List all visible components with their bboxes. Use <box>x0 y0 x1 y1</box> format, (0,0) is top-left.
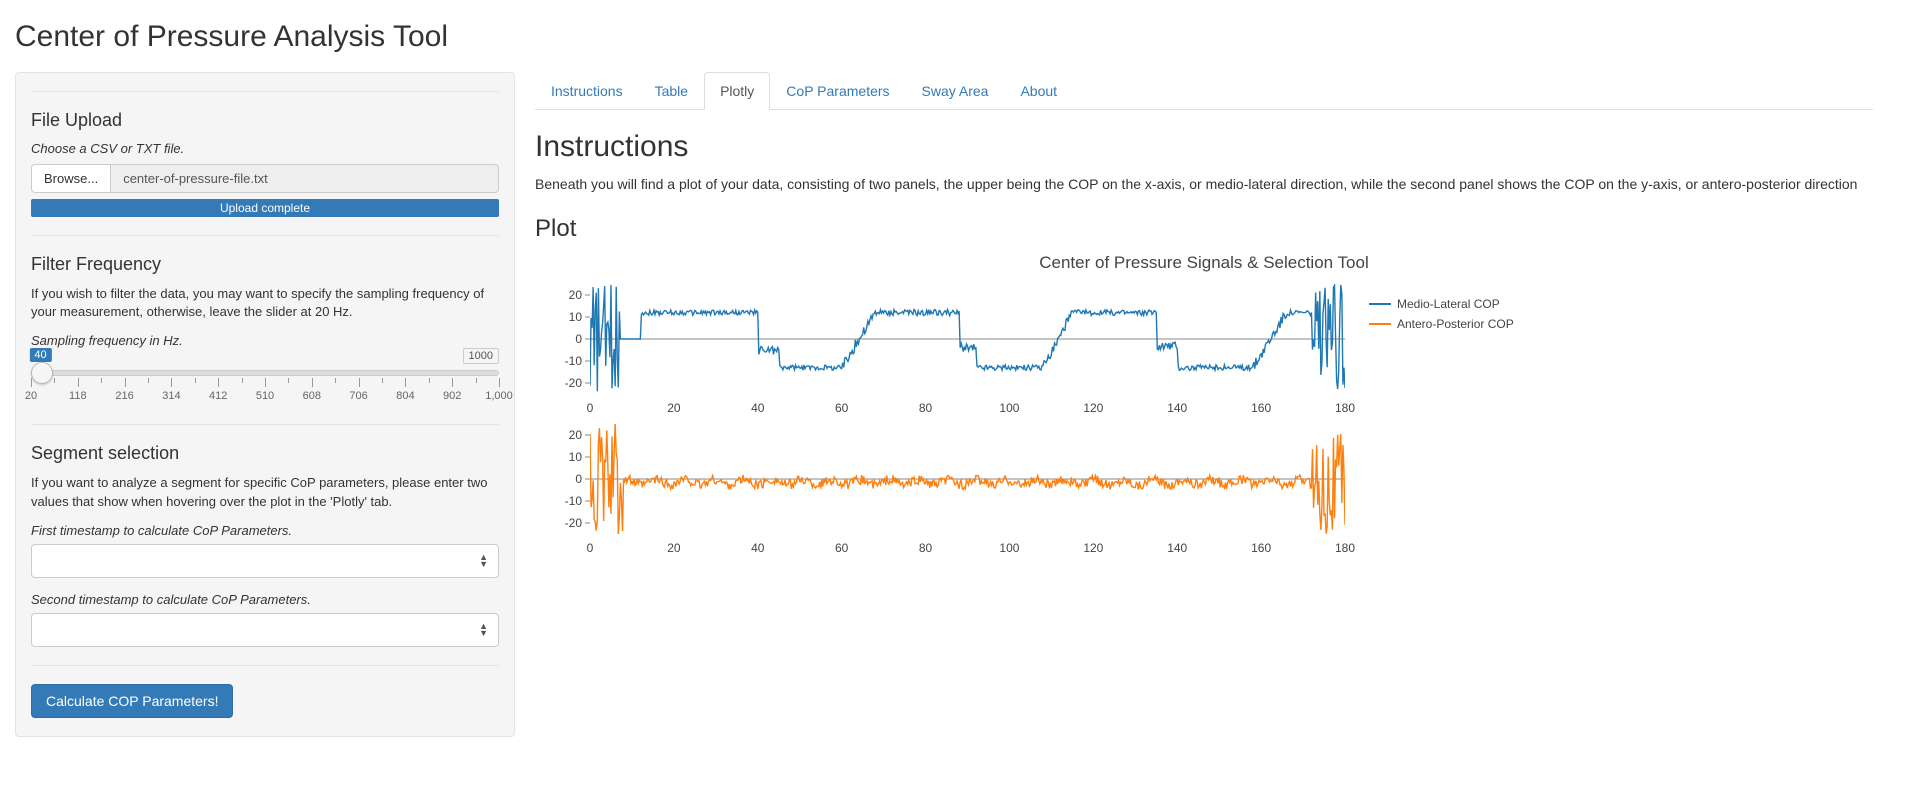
slider-tick-label: 314 <box>162 390 180 402</box>
svg-text:40: 40 <box>751 401 765 415</box>
segment-heading: Segment selection <box>31 443 499 464</box>
page-title: Center of Pressure Analysis Tool <box>15 20 1893 54</box>
frequency-slider[interactable]: 40 1000 201182163144125106087068049021,0… <box>31 370 499 406</box>
svg-text:140: 140 <box>1167 401 1187 415</box>
file-input[interactable]: Browse... center-of-pressure-file.txt <box>31 164 499 193</box>
svg-text:40: 40 <box>751 541 765 555</box>
svg-text:100: 100 <box>999 541 1019 555</box>
svg-text:180: 180 <box>1335 541 1355 555</box>
svg-text:0: 0 <box>575 332 582 346</box>
slider-tick-label: 706 <box>349 390 367 402</box>
tab-table[interactable]: Table <box>639 72 704 110</box>
tab-sway[interactable]: Sway Area <box>906 72 1005 110</box>
slider-tick-label: 1,000 <box>485 390 513 402</box>
svg-text:60: 60 <box>835 541 849 555</box>
slider-tick-label: 608 <box>303 390 321 402</box>
svg-text:120: 120 <box>1083 401 1103 415</box>
svg-text:100: 100 <box>999 401 1019 415</box>
slider-tick-label: 804 <box>396 390 414 402</box>
plot-heading: Plot <box>535 215 1873 243</box>
slider-tick-label: 510 <box>256 390 274 402</box>
file-upload-heading: File Upload <box>31 110 499 131</box>
slider-tick-label: 118 <box>69 390 87 402</box>
instructions-heading: Instructions <box>535 130 1873 164</box>
stepper-icon[interactable]: ▲▼ <box>479 554 488 568</box>
svg-text:10: 10 <box>569 310 583 324</box>
upload-progress: Upload complete <box>31 199 499 217</box>
sidebar: File Upload Choose a CSV or TXT file. Br… <box>15 72 515 737</box>
svg-text:20: 20 <box>667 401 681 415</box>
svg-text:0: 0 <box>587 541 594 555</box>
svg-text:-20: -20 <box>565 376 583 390</box>
segment-help: If you want to analyze a segment for spe… <box>31 474 499 510</box>
slider-track[interactable] <box>31 370 499 376</box>
first-ts-label: First timestamp to calculate CoP Paramet… <box>31 523 499 538</box>
svg-text:-10: -10 <box>565 354 583 368</box>
filter-help: If you wish to filter the data, you may … <box>31 285 499 321</box>
chart-panel-1[interactable]: -20 -10 0 10 20 0 20 40 60 80 100 120 140 160 180 <box>535 419 1355 559</box>
svg-text:140: 140 <box>1167 541 1187 555</box>
instructions-body: Beneath you will find a plot of your dat… <box>535 174 1873 195</box>
svg-text:-10: -10 <box>565 494 583 508</box>
second-timestamp-input[interactable]: ▲▼ <box>31 613 499 647</box>
svg-text:160: 160 <box>1251 541 1271 555</box>
slider-tick-label: 216 <box>115 390 133 402</box>
svg-text:0: 0 <box>587 401 594 415</box>
legend-item[interactable]: Antero-Posterior COP <box>1369 317 1514 331</box>
svg-text:-20: -20 <box>565 516 583 530</box>
calculate-button[interactable]: Calculate COP Parameters! <box>31 684 233 718</box>
file-upload-help: Choose a CSV or TXT file. <box>31 141 499 156</box>
slider-tick-label: 902 <box>443 390 461 402</box>
chart-title: Center of Pressure Signals & Selection T… <box>535 253 1873 273</box>
legend-item[interactable]: Medio-Lateral COP <box>1369 297 1514 311</box>
slider-value-bubble: 40 <box>29 348 51 362</box>
nav-tabs: InstructionsTablePlotlyCoP ParametersSwa… <box>535 72 1873 110</box>
slider-label: Sampling frequency in Hz. <box>31 333 499 348</box>
svg-text:80: 80 <box>919 401 933 415</box>
second-ts-label: Second timestamp to calculate CoP Parame… <box>31 592 499 607</box>
svg-text:20: 20 <box>569 288 583 302</box>
stepper-icon[interactable]: ▲▼ <box>479 623 488 637</box>
chart-panel-0[interactable]: -20 -10 0 10 20 0 20 40 60 80 100 120 140 160 180 <box>535 279 1355 419</box>
slider-tick-label: 20 <box>25 390 37 402</box>
svg-text:160: 160 <box>1251 401 1271 415</box>
svg-text:20: 20 <box>569 428 583 442</box>
svg-text:120: 120 <box>1083 541 1103 555</box>
file-name-display: center-of-pressure-file.txt <box>110 164 499 193</box>
svg-text:0: 0 <box>575 472 582 486</box>
tab-instructions[interactable]: Instructions <box>535 72 639 110</box>
tab-about[interactable]: About <box>1004 72 1073 110</box>
tab-plotly[interactable]: Plotly <box>704 72 770 110</box>
first-timestamp-input[interactable]: ▲▼ <box>31 544 499 578</box>
chart-legend: Medio-Lateral COP Antero-Posterior COP <box>1355 279 1514 559</box>
svg-text:60: 60 <box>835 401 849 415</box>
svg-text:20: 20 <box>667 541 681 555</box>
svg-text:80: 80 <box>919 541 933 555</box>
slider-max-bubble: 1000 <box>463 348 499 364</box>
slider-tick-label: 412 <box>209 390 227 402</box>
svg-text:180: 180 <box>1335 401 1355 415</box>
main-content: InstructionsTablePlotlyCoP ParametersSwa… <box>535 72 1893 737</box>
tab-cop-params[interactable]: CoP Parameters <box>770 72 905 110</box>
browse-button[interactable]: Browse... <box>31 164 110 193</box>
filter-heading: Filter Frequency <box>31 254 499 275</box>
svg-text:10: 10 <box>569 450 583 464</box>
chart-container[interactable]: Center of Pressure Signals & Selection T… <box>535 253 1873 559</box>
